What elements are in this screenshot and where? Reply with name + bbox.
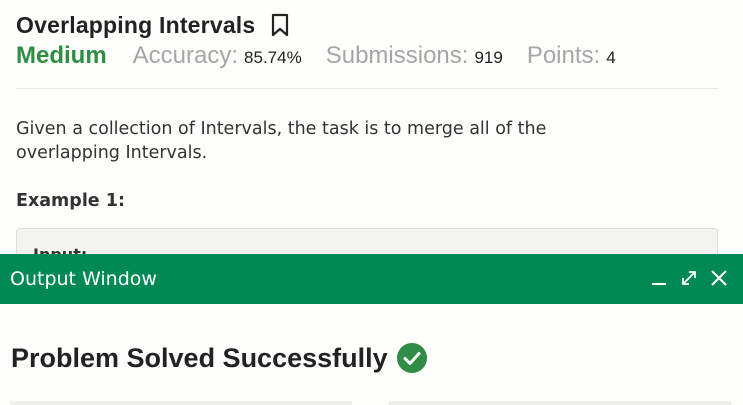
example-heading: Example 1: [16,191,125,211]
points-value: 4 [606,48,616,67]
problem-meta: Medium Accuracy: 85.74% Submissions: 919… [16,42,718,76]
submissions-value: 919 [474,48,503,67]
accuracy-value: 85.74% [244,48,302,67]
expand-icon[interactable] [679,268,699,288]
output-window-title: Output Window [10,268,157,290]
bookmark-icon[interactable] [271,13,289,37]
header-divider [16,88,718,89]
output-window-bar: Output Window [0,254,743,304]
problem-header: Overlapping Intervals Medium Accuracy: 8… [16,8,718,76]
result-panel-left [10,401,352,405]
points-label: Points: [526,42,601,69]
title-row: Overlapping Intervals [16,8,718,42]
accuracy-label: Accuracy: [132,42,239,69]
minimize-icon[interactable] [649,268,669,288]
result-heading: Problem Solved Successfully [11,342,428,374]
result-text: Problem Solved Successfully [11,342,388,373]
result-panel-right [389,401,731,405]
difficulty-badge: Medium [16,42,107,69]
window-controls [649,268,729,288]
check-circle-icon [396,342,428,374]
close-icon[interactable] [709,268,729,288]
submissions-label: Submissions: [325,42,469,69]
problem-description: Given a collection of Intervals, the tas… [16,119,547,163]
problem-title: Overlapping Intervals [16,11,256,38]
